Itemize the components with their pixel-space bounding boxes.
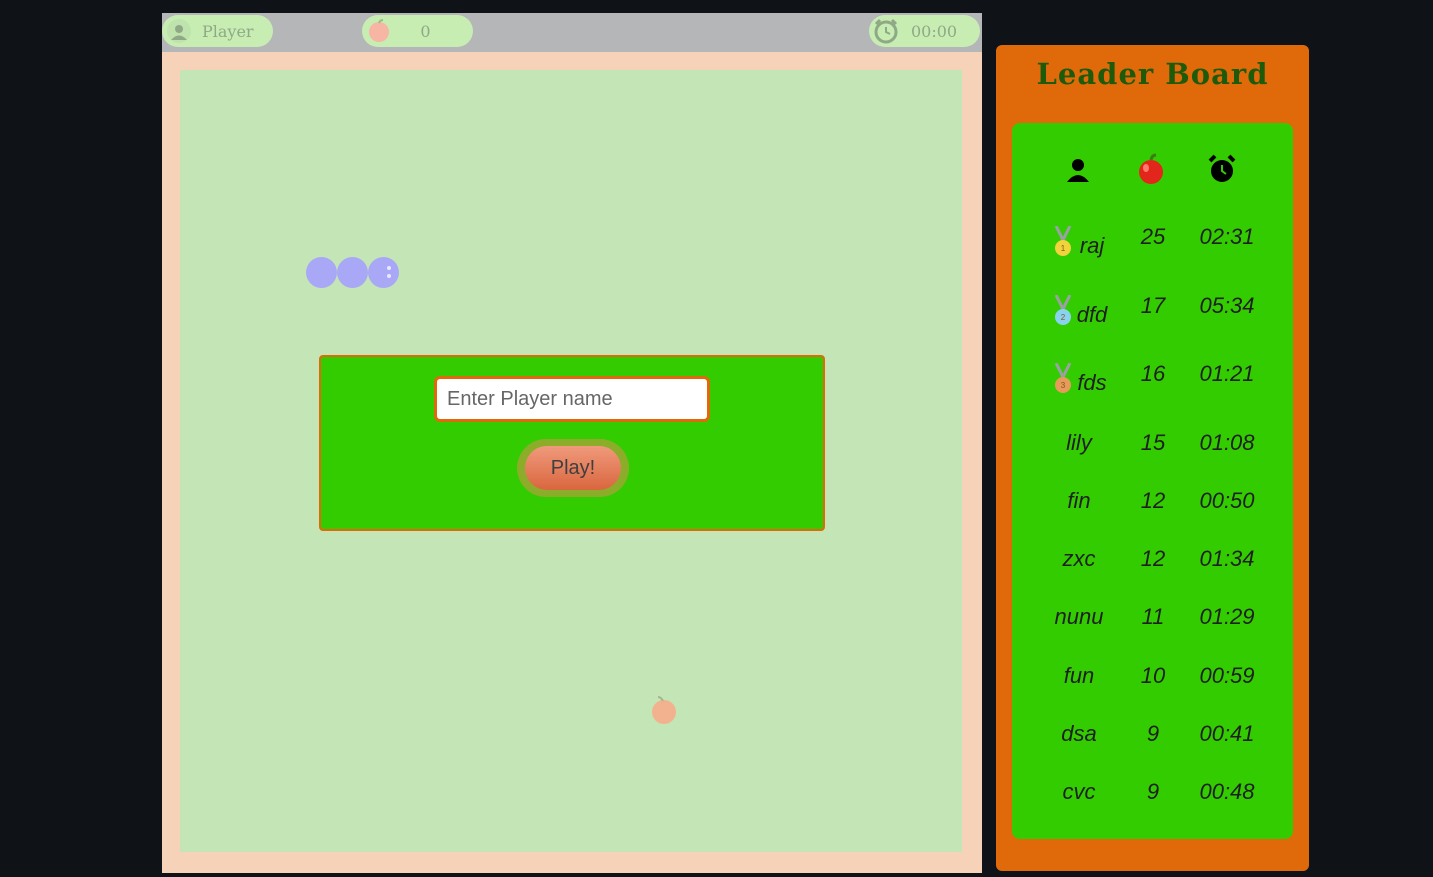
leaderboard-player-name: nunu: [1054, 604, 1104, 629]
leaderboard-score: 15: [1140, 430, 1166, 455]
leaderboard-panel: Leader Board 1 raj 25 02:31 2 dfd 17 05:34 3 fds 1…: [996, 45, 1309, 871]
time-value: 00:00: [911, 22, 958, 41]
leaderboard-score: 9: [1146, 779, 1160, 804]
leaderboard-player-name: fun: [1063, 663, 1095, 688]
player-badge: Player: [162, 15, 273, 47]
leaderboard-time: 01:29: [1199, 604, 1255, 629]
leaderboard-score: 10: [1140, 663, 1166, 688]
score-badge: 0: [362, 15, 473, 47]
player-label: Player: [202, 22, 254, 41]
snake-eye: [387, 266, 391, 270]
alarm-clock-icon: [1208, 154, 1236, 182]
user-icon: [1067, 159, 1089, 182]
leaderboard-time: 01:21: [1199, 361, 1255, 386]
play-button[interactable]: Play!: [525, 446, 621, 490]
leaderboard-row: 2 dfd 17 05:34: [1012, 293, 1293, 343]
snake-segment: [337, 257, 368, 288]
user-icon: [167, 19, 191, 43]
snake-eye: [387, 274, 391, 278]
leaderboard-time: 00:59: [1199, 663, 1255, 688]
leaderboard-score: 25: [1140, 224, 1166, 249]
leaderboard-player-name: raj: [1079, 233, 1105, 258]
status-bar: Player 0 00:00: [162, 13, 982, 52]
leaderboard-row: zxc 12 01:34: [1012, 546, 1293, 596]
apple-food-icon: [652, 696, 676, 724]
leaderboard-row: 1 raj 25 02:31: [1012, 224, 1293, 274]
leaderboard-score: 9: [1146, 721, 1160, 746]
leaderboard-player-name: fds: [1077, 370, 1107, 395]
leaderboard-player-name: dsa: [1061, 721, 1097, 746]
leaderboard-row: fun 10 00:59: [1012, 663, 1293, 713]
leaderboard-time: 02:31: [1199, 224, 1255, 249]
leaderboard-score: 12: [1140, 546, 1166, 571]
leaderboard-time: 00:41: [1199, 721, 1255, 746]
leaderboard-player-name: zxc: [1062, 546, 1096, 571]
leaderboard-title: Leader Board: [1036, 57, 1269, 91]
leaderboard-player-name: fin: [1067, 488, 1091, 513]
leaderboard-score: 16: [1140, 361, 1166, 386]
alarm-clock-icon: [874, 18, 898, 44]
leaderboard-player-name: dfd: [1076, 302, 1108, 327]
leaderboard-score: 11: [1141, 604, 1165, 629]
leaderboard-time: 05:34: [1199, 293, 1255, 318]
start-dialog: Play!: [319, 355, 825, 531]
snake-head: [368, 257, 399, 288]
leaderboard-time: 01:08: [1199, 430, 1255, 455]
leaderboard-score: 12: [1140, 488, 1166, 513]
leaderboard-row: lily 15 01:08: [1012, 430, 1293, 480]
leaderboard-table: 1 raj 25 02:31 2 dfd 17 05:34 3 fds 16 01:21 lily 15 0…: [1012, 123, 1293, 839]
leaderboard-player-name: cvc: [1062, 779, 1096, 804]
leaderboard-time: 00:48: [1199, 779, 1255, 804]
leaderboard-score: 17: [1140, 293, 1166, 318]
leaderboard-time: 01:34: [1199, 546, 1255, 571]
leaderboard-time: 00:50: [1199, 488, 1255, 513]
leaderboard-row: nunu 11 01:29: [1012, 604, 1293, 654]
apple-icon: [1139, 153, 1163, 184]
play-button-ring: Play!: [517, 439, 629, 497]
leaderboard-row: 3 fds 16 01:21: [1012, 361, 1293, 411]
leaderboard-row: fin 12 00:50: [1012, 488, 1293, 538]
snake-segment: [306, 257, 337, 288]
leaderboard-row: dsa 9 00:41: [1012, 721, 1293, 771]
player-name-input[interactable]: [434, 376, 710, 422]
time-badge: 00:00: [869, 15, 980, 47]
leaderboard-row: cvc 9 00:48: [1012, 779, 1293, 829]
score-value: 0: [420, 22, 431, 41]
leaderboard-player-name: lily: [1066, 430, 1092, 455]
